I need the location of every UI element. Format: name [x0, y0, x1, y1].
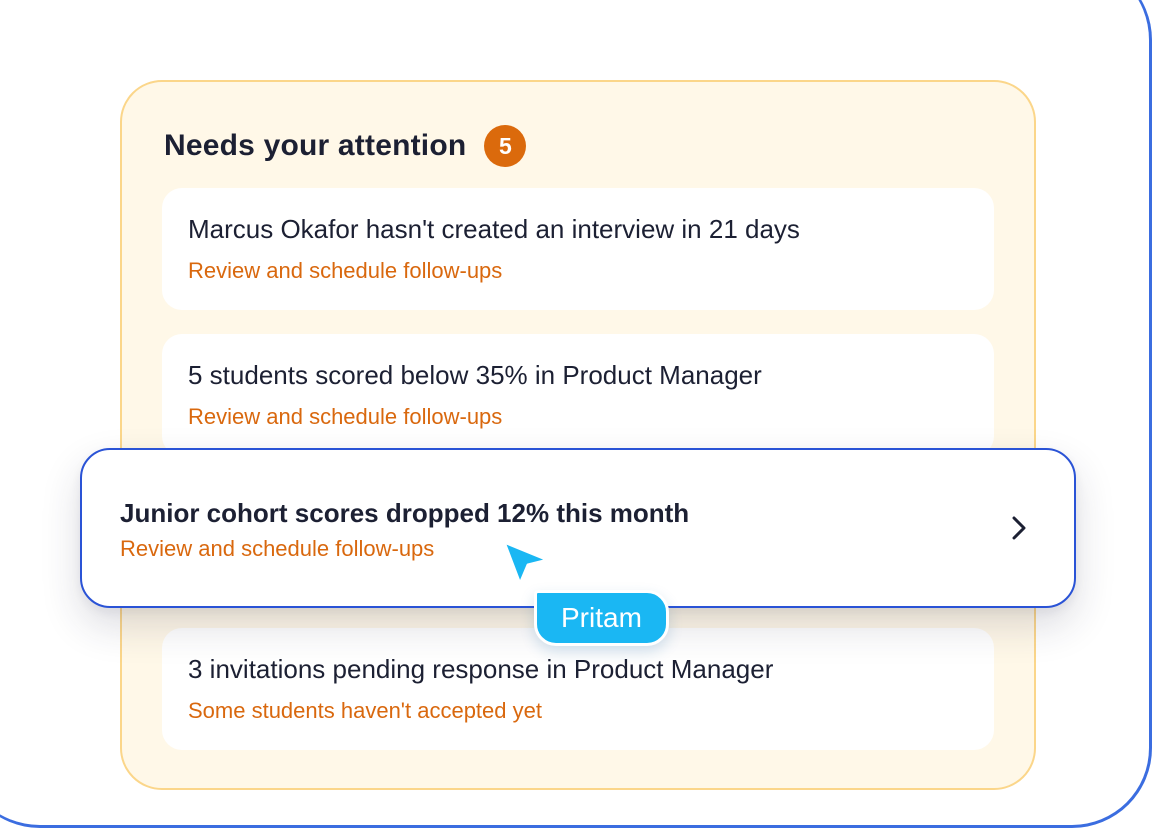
chevron-right-icon[interactable]	[1008, 514, 1030, 542]
alert-subtitle: Review and schedule follow-ups	[120, 536, 435, 561]
alert-title: 5 students scored below 35% in Product M…	[188, 360, 762, 390]
canvas: Needs your attention 5 Marcus Okafor has…	[0, 0, 1156, 832]
panel-title: Needs your attention	[164, 129, 467, 162]
cursor-arrow-icon	[502, 540, 550, 586]
alert-title: Marcus Okafor hasn't created an intervie…	[188, 214, 800, 244]
alert-card-inactive-interviewer[interactable]: Marcus Okafor hasn't created an intervie…	[162, 188, 994, 310]
alert-card-cohort-drop[interactable]: Junior cohort scores dropped 12% this mo…	[80, 448, 1076, 608]
alert-card-low-scores[interactable]: 5 students scored below 35% in Product M…	[162, 334, 994, 456]
alert-title: Junior cohort scores dropped 12% this mo…	[120, 498, 690, 528]
cursor-user-label: Pritam	[534, 590, 669, 646]
count-badge: 5	[484, 125, 527, 167]
alert-subtitle: Some students haven't accepted yet	[188, 698, 542, 723]
alert-subtitle: Review and schedule follow-ups	[188, 404, 503, 429]
alert-card-pending-invitations[interactable]: 3 invitations pending response in Produc…	[162, 628, 994, 750]
alert-subtitle: Review and schedule follow-ups	[188, 258, 503, 283]
panel-header: Needs your attention 5	[164, 124, 527, 168]
alert-title: 3 invitations pending response in Produc…	[188, 654, 774, 684]
attention-panel: Needs your attention 5 Marcus Okafor has…	[120, 80, 1036, 790]
